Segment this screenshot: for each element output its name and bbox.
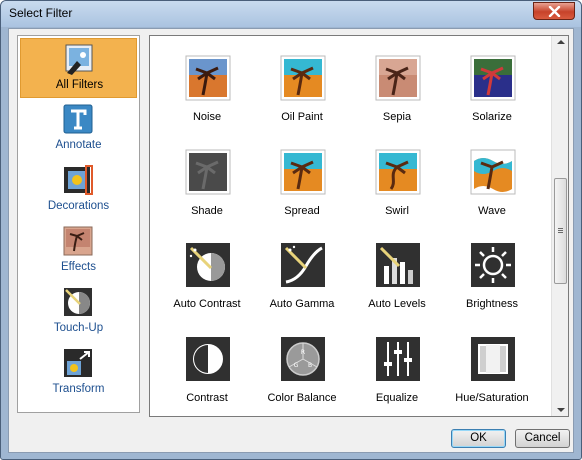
svg-text:G: G: [294, 362, 299, 369]
brightness-sun-icon: [471, 243, 515, 287]
filter-tile-equalize[interactable]: Equalize: [352, 336, 442, 416]
dialog-client: All Filters Annotate Decorations Effects…: [8, 28, 574, 453]
filter-label: Swirl: [385, 205, 409, 217]
filter-label: Brightness: [466, 298, 518, 310]
cancel-button[interactable]: Cancel: [515, 429, 570, 448]
filter-label: Sepia: [382, 111, 412, 123]
text-t-icon: [63, 104, 93, 134]
close-button[interactable]: [533, 2, 575, 20]
scroll-up-arrow-icon[interactable]: [557, 40, 565, 44]
filter-tile-auto-levels[interactable]: Auto Levels: [352, 242, 442, 332]
color-balance-icon: R G B: [281, 337, 325, 381]
palm-thumbnail-icon: [185, 149, 231, 195]
filter-tile-swirl[interactable]: Swirl: [352, 149, 442, 239]
title-bar[interactable]: Select Filter: [1, 1, 581, 27]
filter-label: Auto Contrast: [173, 298, 241, 310]
palm-thumbnail-icon: [280, 149, 326, 195]
sidebar-item-label: All Filters: [55, 79, 104, 91]
sidebar-item-touch-up[interactable]: Touch-Up: [20, 282, 137, 342]
filter-tile-sepia[interactable]: Sepia: [352, 55, 442, 145]
filter-tile-contrast[interactable]: Contrast: [162, 336, 252, 416]
filter-label: Auto Gamma: [269, 298, 335, 310]
filter-label: Solarize: [472, 111, 512, 123]
select-filter-dialog: Select Filter All Filters Annotate Decor…: [0, 0, 582, 460]
filter-label: Noise: [192, 111, 222, 123]
svg-text:B: B: [308, 362, 312, 369]
sidebar-item-all-filters[interactable]: All Filters: [20, 38, 137, 98]
palm-thumbnail-icon: [375, 149, 421, 195]
filter-label: Oil Paint: [281, 111, 323, 123]
gallery-scrollbar[interactable]: [551, 36, 568, 416]
sidebar-item-decorations[interactable]: Decorations: [20, 160, 137, 220]
category-sidebar: All Filters Annotate Decorations Effects…: [17, 35, 140, 413]
palm-thumbnail-icon: [470, 149, 516, 195]
sidebar-item-label: Decorations: [47, 200, 110, 212]
sidebar-item-effects[interactable]: Effects: [20, 221, 137, 281]
filter-label: Shade: [191, 205, 223, 217]
filter-tile-brightness[interactable]: Brightness: [447, 242, 537, 332]
filter-tile-shade[interactable]: Shade: [162, 149, 252, 239]
decorations-icon: [64, 165, 93, 195]
filter-tile-auto-contrast[interactable]: Auto Contrast: [162, 242, 252, 332]
filter-label: Spread: [284, 205, 320, 217]
filter-label: Wave: [478, 205, 506, 217]
palm-thumbnail-icon: [375, 55, 421, 101]
window-title: Select Filter: [9, 6, 73, 20]
palm-thumbnail-icon: [185, 55, 231, 101]
effects-icon: [63, 226, 93, 256]
scroll-thumb[interactable]: [554, 178, 567, 284]
sidebar-item-annotate[interactable]: Annotate: [20, 99, 137, 159]
close-icon: [548, 6, 561, 17]
all-filters-icon: [65, 44, 93, 75]
sidebar-item-label: Effects: [61, 261, 96, 273]
svg-text:R: R: [301, 349, 305, 356]
grip-line: [558, 232, 563, 233]
contrast-icon: [186, 337, 230, 381]
filter-label: Auto Levels: [368, 298, 426, 310]
filter-label: Hue/Saturation: [455, 392, 529, 404]
transform-icon: [64, 349, 92, 377]
sidebar-item-label: Annotate: [55, 139, 102, 151]
filter-label: Contrast: [186, 392, 228, 404]
grip-line: [558, 228, 563, 229]
auto-gamma-icon: [281, 243, 325, 287]
palm-thumbnail-icon: [470, 55, 516, 101]
filter-label: Color Balance: [267, 392, 337, 404]
filter-tile-wave[interactable]: Wave: [447, 149, 537, 239]
filter-label: Equalize: [375, 392, 419, 404]
equalizer-sliders-icon: [376, 337, 420, 381]
filter-tile-solarize[interactable]: Solarize: [447, 55, 537, 145]
filter-gallery: Noise Oil Paint Sepia Solarize Shade Spr…: [149, 35, 569, 417]
filter-tile-noise[interactable]: Noise: [162, 55, 252, 145]
touch-up-icon: [64, 288, 92, 316]
filter-tile-auto-gamma[interactable]: Auto Gamma: [257, 242, 347, 332]
ok-button[interactable]: OK: [451, 429, 506, 448]
scroll-down-arrow-icon[interactable]: [557, 408, 565, 412]
sidebar-item-label: Touch-Up: [53, 322, 104, 334]
grip-line: [558, 230, 563, 231]
sidebar-item-transform[interactable]: Transform: [20, 343, 137, 403]
sidebar-item-label: Transform: [52, 383, 105, 395]
auto-contrast-icon: [186, 243, 230, 287]
auto-levels-icon: [376, 243, 420, 287]
hue-saturation-icon: [471, 337, 515, 381]
palm-thumbnail-icon: [280, 55, 326, 101]
filter-tile-color-balance[interactable]: R G B Color Balance: [257, 336, 347, 416]
filter-tile-hue-saturation[interactable]: Hue/Saturation: [447, 336, 537, 416]
filter-tile-spread[interactable]: Spread: [257, 149, 347, 239]
filter-tile-oil-paint[interactable]: Oil Paint: [257, 55, 347, 145]
